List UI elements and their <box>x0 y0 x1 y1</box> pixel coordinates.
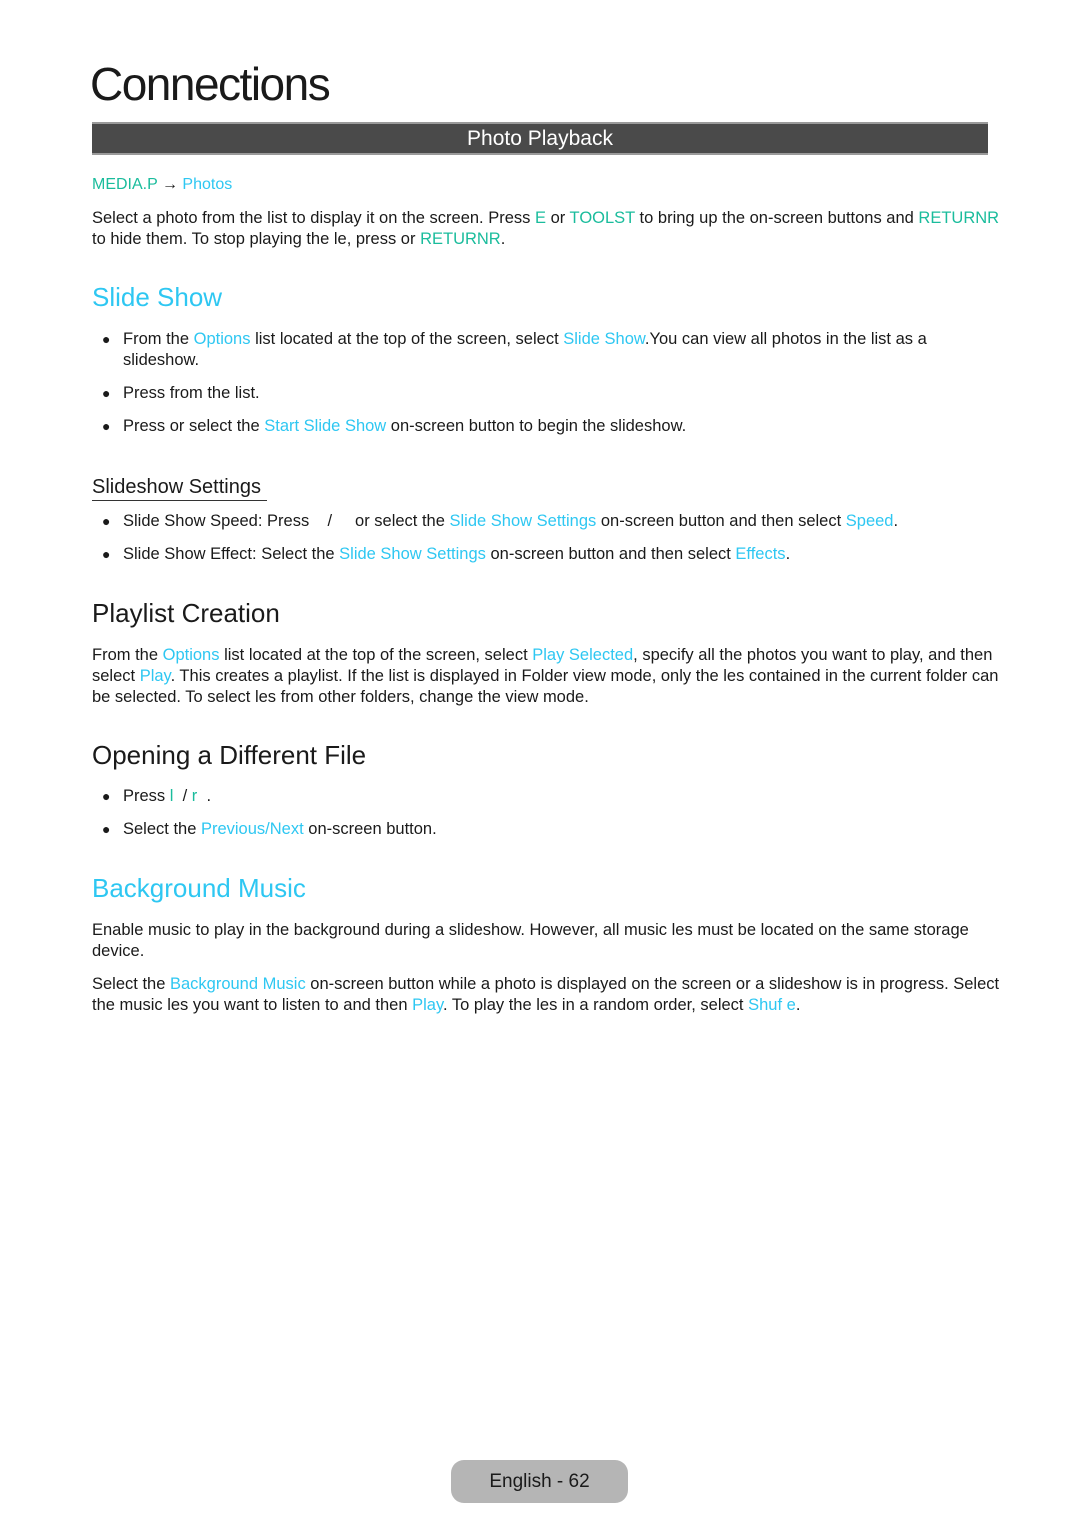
bullet-icon: ● <box>102 331 111 347</box>
heading-slide-show: Slide Show <box>92 282 223 312</box>
menu-term: Speed <box>845 512 894 530</box>
background-music-paragraph-1: Enable music to play in the background d… <box>92 921 969 960</box>
menu-term: Start Slide Show <box>264 417 387 435</box>
bullet-icon: ● <box>102 821 111 837</box>
bullet-icon: ● <box>102 546 111 562</box>
menu-term: Slide Show <box>563 330 645 348</box>
heading-opening-different-file: Opening a Different File <box>92 740 367 770</box>
breadcrumb: MEDIA.P → Photos <box>92 175 232 195</box>
heading-slideshow-settings: Slideshow Settings <box>92 474 267 501</box>
text: Select the <box>123 820 201 838</box>
list-item: ● Press or select the Start Slide Show on… <box>92 416 972 437</box>
text: From the <box>123 330 194 348</box>
text: or <box>546 209 570 227</box>
arrow-right-icon: → <box>161 176 178 193</box>
page-title: Connections <box>90 58 331 110</box>
list-item: ● Press from the list. <box>92 383 972 404</box>
text: From the <box>92 646 163 664</box>
text: Press <box>123 787 170 805</box>
text: / <box>173 787 192 805</box>
menu-term: Slide Show Settings <box>339 545 486 563</box>
text: Slide Show Effect: Select the <box>123 545 340 563</box>
bullet-icon: ● <box>102 385 111 401</box>
menu-term: Previous/Next <box>200 820 304 838</box>
breadcrumb-root: MEDIA.P <box>92 176 158 193</box>
text: on-screen button and then select <box>596 512 846 530</box>
key-tools: TOOLST <box>569 209 635 227</box>
menu-term: Options <box>193 330 251 348</box>
bullet-icon: ● <box>102 788 111 804</box>
menu-term: Background Music <box>169 975 306 993</box>
menu-term: Play <box>412 996 443 1014</box>
key-return: RETURNR <box>918 209 1000 227</box>
list-item: ● From the Options list located at the to… <box>92 329 972 371</box>
text: . <box>893 512 899 530</box>
text: Slide Show Speed: Press / or select the <box>123 512 450 530</box>
text: Press or select the <box>123 417 265 435</box>
list-item: ● Slide Show Speed: Press / or select the… <box>92 511 972 532</box>
text: . <box>500 230 506 248</box>
menu-term: Effects <box>735 545 786 563</box>
text: Select the <box>92 975 170 993</box>
bullet-icon: ● <box>102 513 111 529</box>
text: Select a photo from the list to display … <box>92 209 535 227</box>
breadcrumb-leaf: Photos <box>182 176 233 193</box>
background-music-paragraph-2: Select the Background Music on-screen bu… <box>92 974 1012 1016</box>
text: list located at the top of the screen, s… <box>250 330 564 348</box>
menu-term: Slide Show Settings <box>449 512 597 530</box>
list-item: ● Press l / r . <box>92 786 972 807</box>
text: . <box>197 787 212 805</box>
key-enter: E <box>534 209 546 227</box>
text: to hide them. To stop playing the le, pr… <box>92 230 421 248</box>
text: . <box>795 996 801 1014</box>
bullet-icon: ● <box>102 418 111 434</box>
heading-background-music: Background Music <box>92 873 306 903</box>
text: to bring up the on-screen buttons and <box>634 209 919 227</box>
playlist-paragraph: From the Options list located at the top… <box>92 645 1012 708</box>
text: . To play the les in a random order, sel… <box>442 996 749 1014</box>
intro-paragraph: Select a photo from the list to display … <box>92 208 1012 250</box>
text: Press from the list. <box>123 384 260 402</box>
list-item: ● Select the Previous/Next on-screen butt… <box>92 819 972 840</box>
page-number-footer: English - 62 <box>451 1460 628 1503</box>
text: on-screen button to begin the slideshow. <box>386 417 687 435</box>
section-header-bar: Photo Playback <box>92 122 988 155</box>
text: . This creates a playlist. If the list i… <box>92 667 999 706</box>
menu-term: Shuf e <box>748 996 796 1014</box>
text: list located at the top of the screen, s… <box>219 646 533 664</box>
menu-term: Options <box>162 646 220 664</box>
list-item: ● Slide Show Effect: Select the Slide Sho… <box>92 544 972 565</box>
text: . <box>785 545 791 563</box>
heading-playlist-creation: Playlist Creation <box>92 598 280 628</box>
key-return: RETURNR <box>420 230 501 248</box>
menu-term: Play Selected <box>532 646 634 664</box>
menu-term: Play <box>139 667 171 685</box>
text: on-screen button. <box>303 820 437 838</box>
text: on-screen button and then select <box>485 545 736 563</box>
